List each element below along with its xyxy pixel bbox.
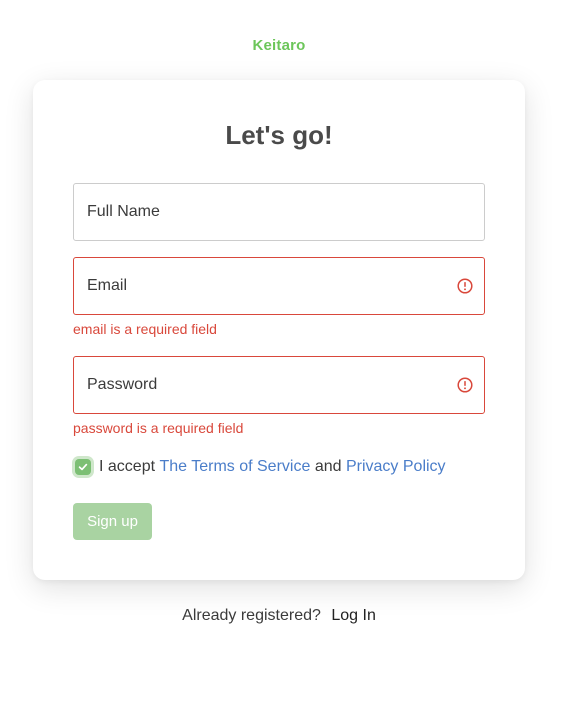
- alert-circle-icon: [457, 278, 473, 294]
- brand-logo: Keitaro: [252, 37, 306, 54]
- log-in-link[interactable]: Log In: [331, 607, 375, 624]
- login-prompt: Already registered? Log In: [0, 607, 558, 625]
- full-name-input[interactable]: [74, 184, 447, 240]
- password-input[interactable]: [74, 357, 447, 413]
- password-error-message: password is a required field: [73, 420, 244, 436]
- terms-checkbox[interactable]: [75, 459, 91, 475]
- terms-row: I accept The Terms of Service and Privac…: [73, 455, 446, 479]
- form-title: Let's go!: [225, 120, 333, 150]
- check-icon: [78, 463, 88, 471]
- signup-card: Let's go! email is a required field pass…: [33, 80, 525, 580]
- terms-of-service-link[interactable]: The Terms of Service: [159, 458, 310, 476]
- sign-up-button[interactable]: Sign up: [73, 503, 152, 540]
- email-input[interactable]: [74, 258, 447, 314]
- password-field: [73, 356, 485, 414]
- terms-prefix: I accept: [99, 458, 156, 475]
- terms-conjunction: and: [314, 458, 342, 475]
- email-error-message: email is a required field: [73, 321, 217, 337]
- full-name-field: [73, 183, 485, 241]
- privacy-policy-link[interactable]: Privacy Policy: [346, 458, 446, 476]
- already-registered-text: Already registered?: [182, 607, 321, 624]
- email-field: [73, 257, 485, 315]
- alert-circle-icon: [457, 377, 473, 393]
